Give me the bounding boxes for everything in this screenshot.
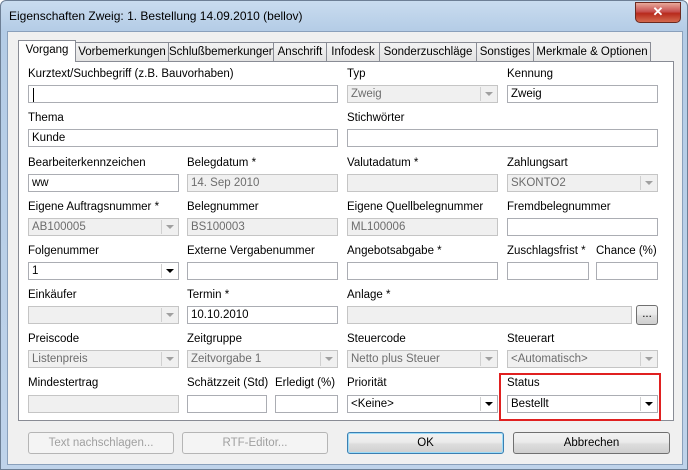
schaetzzeit-label: Schätzzeit (Std)	[187, 377, 269, 389]
belegdatum-input: 14. Sep 2010	[187, 174, 338, 192]
schaetzzeit-input[interactable]	[187, 395, 267, 413]
typ-label: Typ	[347, 68, 366, 80]
angebotsabgabe-label: Angebotsabgabe *	[347, 245, 442, 257]
thema-input[interactable]: Kunde	[28, 129, 338, 147]
dropdown-arrow-icon	[480, 87, 496, 101]
auftragsnummer-label: Eigene Auftragsnummer *	[28, 201, 160, 213]
angebotsabgabe-input[interactable]	[347, 262, 498, 280]
dropdown-arrow-icon[interactable]	[161, 264, 177, 278]
dropdown-arrow-icon	[161, 308, 177, 322]
stichwoerter-input[interactable]	[347, 129, 658, 147]
mindestertrag-label: Mindestertrag	[28, 377, 99, 389]
termin-label: Termin *	[187, 289, 230, 301]
tab-anschrift[interactable]: Anschrift	[273, 42, 327, 61]
tab-schlussbemerkungen[interactable]: Schlußbemerkungen	[168, 42, 275, 61]
zahlungsart-value: SKONTO2	[511, 177, 566, 189]
cancel-button[interactable]: Abbrechen	[513, 432, 670, 454]
folgenummer-value: 1	[32, 265, 39, 277]
kennung-label: Kennung	[507, 68, 554, 80]
prioritaet-select[interactable]: <Keine>	[347, 395, 498, 413]
zahlungsart-select: SKONTO2	[507, 174, 658, 192]
fremdbelegnummer-label: Fremdbelegnummer	[507, 201, 611, 213]
quellbelegnummer-label: Eigene Quellbelegnummer	[347, 201, 484, 213]
prioritaet-label: Priorität	[347, 377, 387, 389]
ok-button[interactable]: OK	[347, 432, 504, 454]
dropdown-arrow-icon	[161, 352, 177, 366]
bearbeiter-input[interactable]: ww	[28, 174, 179, 192]
kurztext-label: Kurztext/Suchbegriff (z.B. Bauvorhaben)	[28, 68, 234, 80]
preiscode-label: Preiscode	[28, 333, 80, 345]
text-caret	[33, 88, 34, 102]
tab-vorgang[interactable]: Vorgang	[18, 40, 76, 62]
dropdown-arrow-icon	[161, 220, 177, 234]
kurztext-input[interactable]	[28, 85, 338, 103]
vergabenummer-input[interactable]	[187, 262, 338, 280]
quellbelegnummer-input: ML100006	[347, 218, 498, 236]
anlage-label: Anlage *	[347, 289, 391, 301]
title-bar[interactable]: Eigenschaften Zweig: 1. Bestellung 14.09…	[1, 1, 687, 31]
zahlungsart-label: Zahlungsart	[507, 157, 568, 169]
erledigt-label: Erledigt (%)	[275, 377, 336, 389]
zuschlagsfrist-input[interactable]	[507, 262, 589, 280]
close-button[interactable]: ✕	[635, 2, 681, 23]
stichwoerter-label: Stichwörter	[347, 112, 405, 124]
dropdown-arrow-icon	[640, 176, 656, 190]
kennung-input[interactable]: Zweig	[507, 85, 658, 103]
steuerart-select: <Automatisch>	[507, 350, 658, 368]
folgenummer-label: Folgenummer	[28, 245, 99, 257]
chance-label: Chance (%)	[596, 245, 657, 257]
einkaeufer-label: Einkäufer	[28, 289, 77, 301]
text-nachschlagen-button[interactable]: Text nachschlagen...	[28, 432, 174, 454]
steuercode-label: Steuercode	[347, 333, 406, 345]
mindestertrag-input	[28, 395, 179, 413]
erledigt-input[interactable]	[275, 395, 338, 413]
steuercode-select: Netto plus Steuer	[347, 350, 498, 368]
steuerart-label: Steuerart	[507, 333, 555, 345]
thema-label: Thema	[28, 112, 64, 124]
fremdbelegnummer-input[interactable]	[507, 218, 658, 236]
anlage-browse-button[interactable]: ...	[636, 305, 658, 325]
belegnummer-label: Belegnummer	[187, 201, 259, 213]
tab-infodesk[interactable]: Infodesk	[326, 42, 380, 61]
tab-merkmale-optionen[interactable]: Merkmale & Optionen	[533, 42, 651, 61]
chance-input[interactable]	[596, 262, 658, 280]
valutadatum-label: Valutadatum *	[347, 157, 419, 169]
auftragsnummer-value: AB100005	[32, 221, 86, 233]
dropdown-arrow-icon	[640, 352, 656, 366]
rtf-editor-button[interactable]: RTF-Editor...	[182, 432, 328, 454]
tab-sonderzuschlaege[interactable]: Sonderzuschläge	[379, 42, 477, 61]
termin-input[interactable]: 10.10.2010	[187, 306, 338, 324]
preiscode-value: Listenpreis	[32, 353, 88, 365]
prioritaet-value: <Keine>	[351, 398, 394, 410]
zeitgruppe-label: Zeitgruppe	[187, 333, 242, 345]
einkaeufer-select	[28, 306, 179, 324]
typ-value: Zweig	[351, 88, 382, 100]
steuercode-value: Netto plus Steuer	[351, 353, 440, 365]
dropdown-arrow-icon	[320, 352, 336, 366]
preiscode-select: Listenpreis	[28, 350, 179, 368]
dropdown-arrow-icon	[480, 352, 496, 366]
typ-select: Zweig	[347, 85, 498, 103]
folgenummer-select[interactable]: 1	[28, 262, 179, 280]
belegnummer-input: BS100003	[187, 218, 338, 236]
tab-sonstiges[interactable]: Sonstiges	[476, 42, 534, 61]
auftragsnummer-select: AB100005	[28, 218, 179, 236]
zuschlagsfrist-label: Zuschlagsfrist *	[507, 245, 586, 257]
tab-vorbemerkungen[interactable]: Vorbemerkungen	[75, 42, 169, 61]
bearbeiter-label: Bearbeiterkennzeichen	[28, 157, 146, 169]
valutadatum-input	[347, 174, 498, 192]
vergabenummer-label: Externe Vergabenummer	[187, 245, 315, 257]
belegdatum-label: Belegdatum *	[187, 157, 257, 169]
anlage-input	[347, 306, 632, 324]
zeitgruppe-value: Zeitvorgabe 1	[191, 353, 262, 365]
status-highlight-box	[499, 373, 661, 421]
steuerart-value: <Automatisch>	[511, 353, 588, 365]
window-title: Eigenschaften Zweig: 1. Bestellung 14.09…	[9, 9, 303, 23]
zeitgruppe-select: Zeitvorgabe 1	[187, 350, 338, 368]
dropdown-arrow-icon[interactable]	[480, 397, 496, 411]
